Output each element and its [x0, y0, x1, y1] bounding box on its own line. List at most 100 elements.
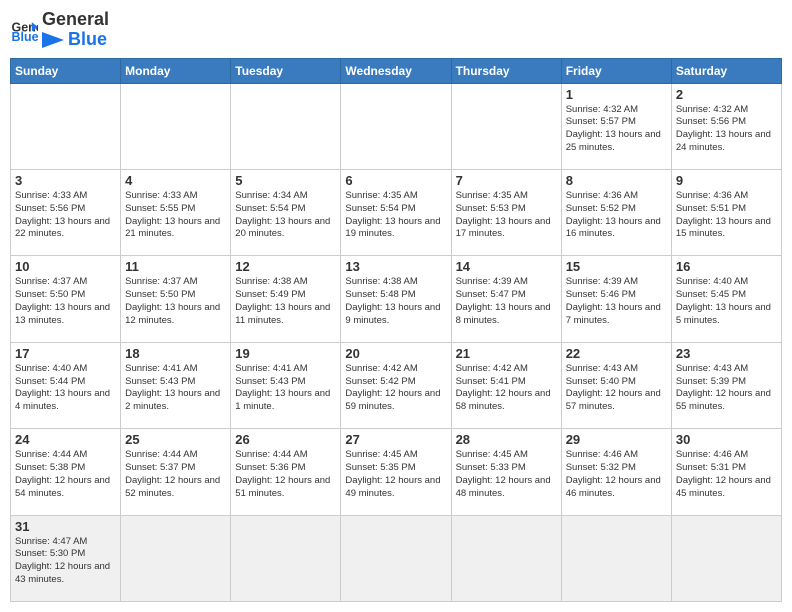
- calendar-table: SundayMondayTuesdayWednesdayThursdayFrid…: [10, 58, 782, 602]
- weekday-header-friday: Friday: [561, 58, 671, 83]
- day-info: Sunrise: 4:40 AM Sunset: 5:45 PM Dayligh…: [676, 276, 777, 327]
- calendar-cell: 23 Sunrise: 4:43 AM Sunset: 5:39 PM Dayli…: [671, 342, 781, 428]
- day-number: 13: [345, 259, 446, 274]
- calendar-cell: [231, 515, 341, 601]
- calendar-cell: 20Sunrise: 4:42 AM Sunset: 5:42 PM Dayli…: [341, 342, 451, 428]
- day-info: Sunrise: 4:34 AM Sunset: 5:54 PM Dayligh…: [235, 190, 336, 241]
- day-number: 16: [676, 259, 777, 274]
- calendar-cell: [451, 83, 561, 169]
- logo-blue: Blue: [42, 30, 109, 50]
- page: General Blue General Blue: [0, 0, 792, 612]
- calendar-cell: [121, 515, 231, 601]
- day-info: Sunrise: 4:39 AM Sunset: 5:46 PM Dayligh…: [566, 276, 667, 327]
- day-number: 28: [456, 432, 557, 447]
- calendar-cell: 26Sunrise: 4:44 AM Sunset: 5:36 PM Dayli…: [231, 429, 341, 515]
- day-info: Sunrise: 4:41 AM Sunset: 5:43 PM Dayligh…: [235, 363, 336, 414]
- calendar-cell: [341, 83, 451, 169]
- day-info: Sunrise: 4:37 AM Sunset: 5:50 PM Dayligh…: [125, 276, 226, 327]
- calendar-cell: [341, 515, 451, 601]
- logo-triangle: [42, 32, 64, 48]
- day-number: 12: [235, 259, 336, 274]
- calendar-cell: 2 Sunrise: 4:32 AM Sunset: 5:56 PM Daylig…: [671, 83, 781, 169]
- day-number: 23: [676, 346, 777, 361]
- calendar-cell: [231, 83, 341, 169]
- calendar-cell: 4Sunrise: 4:33 AM Sunset: 5:55 PM Daylig…: [121, 169, 231, 255]
- calendar-cell: 21 Sunrise: 4:42 AM Sunset: 5:41 PM Dayli…: [451, 342, 561, 428]
- calendar-cell: 7Sunrise: 4:35 AM Sunset: 5:53 PM Daylig…: [451, 169, 561, 255]
- day-info: Sunrise: 4:39 AM Sunset: 5:47 PM Dayligh…: [456, 276, 557, 327]
- calendar-cell: 24 Sunrise: 4:44 AM Sunset: 5:38 PM Dayli…: [11, 429, 121, 515]
- logo-icon: General Blue: [10, 16, 38, 44]
- day-info: Sunrise: 4:37 AM Sunset: 5:50 PM Dayligh…: [15, 276, 116, 327]
- week-row-0: 1Sunrise: 4:32 AM Sunset: 5:57 PM Daylig…: [11, 83, 782, 169]
- calendar-cell: [561, 515, 671, 601]
- calendar-cell: 10Sunrise: 4:37 AM Sunset: 5:50 PM Dayli…: [11, 256, 121, 342]
- day-info: Sunrise: 4:46 AM Sunset: 5:31 PM Dayligh…: [676, 449, 777, 500]
- day-number: 17: [15, 346, 116, 361]
- calendar-cell: 8Sunrise: 4:36 AM Sunset: 5:52 PM Daylig…: [561, 169, 671, 255]
- day-number: 14: [456, 259, 557, 274]
- weekday-header-thursday: Thursday: [451, 58, 561, 83]
- calendar-cell: 13Sunrise: 4:38 AM Sunset: 5:48 PM Dayli…: [341, 256, 451, 342]
- day-info: Sunrise: 4:33 AM Sunset: 5:55 PM Dayligh…: [125, 190, 226, 241]
- day-info: Sunrise: 4:42 AM Sunset: 5:41 PM Dayligh…: [456, 363, 557, 414]
- calendar-cell: 18Sunrise: 4:41 AM Sunset: 5:43 PM Dayli…: [121, 342, 231, 428]
- calendar-cell: 22Sunrise: 4:43 AM Sunset: 5:40 PM Dayli…: [561, 342, 671, 428]
- week-row-1: 3Sunrise: 4:33 AM Sunset: 5:56 PM Daylig…: [11, 169, 782, 255]
- day-number: 3: [15, 173, 116, 188]
- day-number: 24: [15, 432, 116, 447]
- calendar-cell: [11, 83, 121, 169]
- day-number: 21: [456, 346, 557, 361]
- day-number: 5: [235, 173, 336, 188]
- weekday-header-wednesday: Wednesday: [341, 58, 451, 83]
- day-number: 15: [566, 259, 667, 274]
- logo-general: General: [42, 10, 109, 30]
- day-info: Sunrise: 4:41 AM Sunset: 5:43 PM Dayligh…: [125, 363, 226, 414]
- day-info: Sunrise: 4:36 AM Sunset: 5:52 PM Dayligh…: [566, 190, 667, 241]
- header: General Blue General Blue: [10, 10, 782, 50]
- weekday-header-saturday: Saturday: [671, 58, 781, 83]
- calendar-cell: 17 Sunrise: 4:40 AM Sunset: 5:44 PM Dayli…: [11, 342, 121, 428]
- day-number: 31: [15, 519, 116, 534]
- day-number: 26: [235, 432, 336, 447]
- day-info: Sunrise: 4:43 AM Sunset: 5:39 PM Dayligh…: [676, 363, 777, 414]
- day-number: 19: [235, 346, 336, 361]
- day-number: 11: [125, 259, 226, 274]
- day-number: 25: [125, 432, 226, 447]
- calendar-cell: 27 Sunrise: 4:45 AM Sunset: 5:35 PM Dayli…: [341, 429, 451, 515]
- day-info: Sunrise: 4:38 AM Sunset: 5:49 PM Dayligh…: [235, 276, 336, 327]
- day-number: 27: [345, 432, 446, 447]
- week-row-3: 17 Sunrise: 4:40 AM Sunset: 5:44 PM Dayli…: [11, 342, 782, 428]
- calendar-cell: [121, 83, 231, 169]
- day-info: Sunrise: 4:46 AM Sunset: 5:32 PM Dayligh…: [566, 449, 667, 500]
- day-info: Sunrise: 4:32 AM Sunset: 5:57 PM Dayligh…: [566, 104, 667, 155]
- day-info: Sunrise: 4:40 AM Sunset: 5:44 PM Dayligh…: [15, 363, 116, 414]
- day-number: 2: [676, 87, 777, 102]
- calendar-cell: 31Sunrise: 4:47 AM Sunset: 5:30 PM Dayli…: [11, 515, 121, 601]
- day-info: Sunrise: 4:45 AM Sunset: 5:35 PM Dayligh…: [345, 449, 446, 500]
- logo: General Blue General Blue: [10, 10, 109, 50]
- day-number: 29: [566, 432, 667, 447]
- day-info: Sunrise: 4:45 AM Sunset: 5:33 PM Dayligh…: [456, 449, 557, 500]
- calendar-cell: 1Sunrise: 4:32 AM Sunset: 5:57 PM Daylig…: [561, 83, 671, 169]
- day-number: 9: [676, 173, 777, 188]
- calendar-cell: 19 Sunrise: 4:41 AM Sunset: 5:43 PM Dayli…: [231, 342, 341, 428]
- calendar-cell: 30 Sunrise: 4:46 AM Sunset: 5:31 PM Dayli…: [671, 429, 781, 515]
- calendar-cell: 11 Sunrise: 4:37 AM Sunset: 5:50 PM Dayli…: [121, 256, 231, 342]
- calendar-cell: 5 Sunrise: 4:34 AM Sunset: 5:54 PM Daylig…: [231, 169, 341, 255]
- day-info: Sunrise: 4:32 AM Sunset: 5:56 PM Dayligh…: [676, 104, 777, 155]
- day-info: Sunrise: 4:44 AM Sunset: 5:38 PM Dayligh…: [15, 449, 116, 500]
- weekday-header-sunday: Sunday: [11, 58, 121, 83]
- weekday-header-tuesday: Tuesday: [231, 58, 341, 83]
- day-number: 30: [676, 432, 777, 447]
- week-row-2: 10Sunrise: 4:37 AM Sunset: 5:50 PM Dayli…: [11, 256, 782, 342]
- calendar-cell: 6Sunrise: 4:35 AM Sunset: 5:54 PM Daylig…: [341, 169, 451, 255]
- calendar-cell: 25Sunrise: 4:44 AM Sunset: 5:37 PM Dayli…: [121, 429, 231, 515]
- day-info: Sunrise: 4:42 AM Sunset: 5:42 PM Dayligh…: [345, 363, 446, 414]
- calendar-cell: [451, 515, 561, 601]
- week-row-4: 24 Sunrise: 4:44 AM Sunset: 5:38 PM Dayli…: [11, 429, 782, 515]
- week-row-5: 31Sunrise: 4:47 AM Sunset: 5:30 PM Dayli…: [11, 515, 782, 601]
- day-info: Sunrise: 4:35 AM Sunset: 5:53 PM Dayligh…: [456, 190, 557, 241]
- day-info: Sunrise: 4:43 AM Sunset: 5:40 PM Dayligh…: [566, 363, 667, 414]
- weekday-header-monday: Monday: [121, 58, 231, 83]
